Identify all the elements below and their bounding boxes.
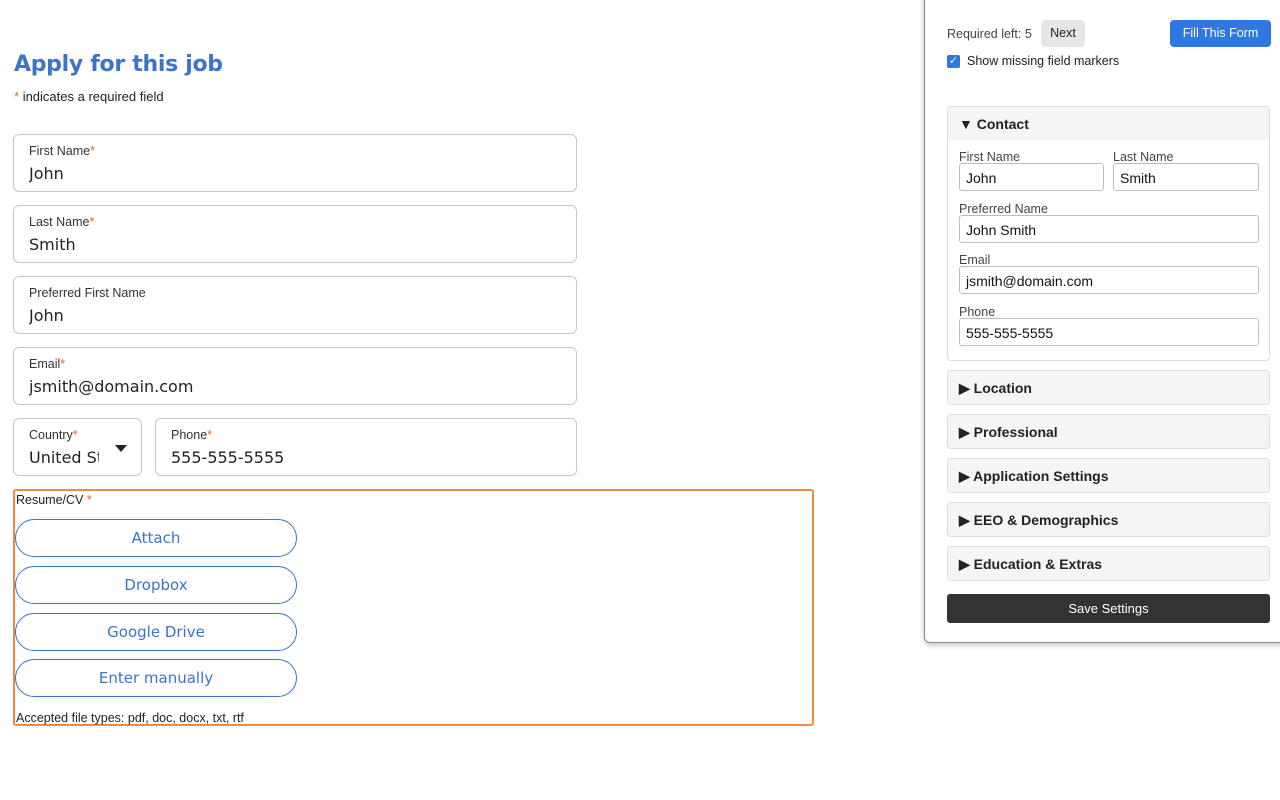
section-eeo-demographics[interactable]: ▶ EEO & Demographics	[947, 502, 1270, 537]
attach-button[interactable]: Attach	[15, 519, 297, 557]
email-value: jsmith@domain.com	[29, 377, 194, 396]
contact-phone-label: Phone	[959, 305, 996, 319]
last-name-field[interactable]: Last Name* Smith	[13, 205, 577, 263]
required-star: *	[14, 89, 20, 104]
section-location-title: ▶ Location	[959, 380, 1032, 396]
last-name-label: Last Name*	[29, 215, 95, 229]
resume-label: Resume/CV *	[16, 493, 92, 507]
preferred-first-name-value: John	[29, 306, 64, 325]
contact-preferred-name-label: Preferred Name	[959, 202, 1048, 216]
section-education-extras[interactable]: ▶ Education & Extras	[947, 546, 1270, 581]
first-name-label: First Name*	[29, 144, 95, 158]
section-application-settings-title: ▶ Application Settings	[959, 468, 1109, 484]
preferred-first-name-field[interactable]: Preferred First Name John	[13, 276, 577, 334]
show-markers-label: Show missing field markers	[967, 54, 1120, 68]
email-label: Email*	[29, 357, 66, 371]
required-note: * indicates a required field	[14, 89, 164, 104]
country-label: Country*	[29, 428, 78, 442]
section-contact-title[interactable]: ▼ Contact	[959, 116, 1029, 132]
country-select[interactable]: Country* United St	[13, 418, 142, 476]
contact-first-name-input[interactable]: John	[959, 163, 1104, 191]
save-settings-button[interactable]: Save Settings	[947, 594, 1270, 623]
contact-email-input[interactable]: jsmith@domain.com	[959, 266, 1259, 294]
section-education-title: ▶ Education & Extras	[959, 556, 1103, 572]
phone-label: Phone*	[171, 428, 213, 442]
section-location[interactable]: ▶ Location	[947, 370, 1270, 405]
phone-field[interactable]: Phone* 555-555-5555	[155, 418, 577, 476]
country-value: United St	[29, 448, 99, 467]
last-name-value: Smith	[29, 235, 76, 254]
contact-last-name-input[interactable]: Smith	[1113, 163, 1259, 191]
page-title: Apply for this job	[14, 52, 223, 77]
resume-upload-group: Resume/CV * Attach Dropbox Google Drive …	[13, 489, 814, 726]
preferred-first-name-label: Preferred First Name	[29, 286, 146, 300]
first-name-field[interactable]: First Name* John	[13, 134, 577, 192]
phone-value: 555-555-5555	[171, 448, 285, 467]
required-left-count: Required left: 5	[947, 27, 1032, 41]
section-contact: ▼ Contact First Name John Last Name Smit…	[947, 106, 1270, 361]
next-button[interactable]: Next	[1041, 20, 1085, 47]
email-field[interactable]: Email* jsmith@domain.com	[13, 347, 577, 405]
section-eeo-title: ▶ EEO & Demographics	[959, 512, 1119, 528]
section-application-settings[interactable]: ▶ Application Settings	[947, 458, 1270, 493]
enter-manually-button[interactable]: Enter manually	[15, 659, 297, 697]
autofill-panel: Required left: 5 Next Fill This Form ✓ S…	[924, 0, 1280, 643]
accepted-file-types: Accepted file types: pdf, doc, docx, txt…	[16, 711, 244, 725]
dropbox-button[interactable]: Dropbox	[15, 566, 297, 604]
contact-last-name-label: Last Name	[1113, 150, 1174, 164]
contact-preferred-name-input[interactable]: John Smith	[959, 215, 1259, 243]
contact-phone-input[interactable]: 555-555-5555	[959, 318, 1259, 346]
dropdown-caret-icon	[115, 445, 127, 452]
contact-first-name-label: First Name	[959, 150, 1021, 164]
show-markers-checkbox[interactable]: ✓	[947, 55, 960, 68]
contact-email-label: Email	[959, 253, 991, 267]
google-drive-button[interactable]: Google Drive	[15, 613, 297, 651]
section-professional[interactable]: ▶ Professional	[947, 414, 1270, 449]
first-name-value: John	[29, 164, 64, 183]
section-professional-title: ▶ Professional	[959, 424, 1058, 440]
fill-form-button[interactable]: Fill This Form	[1170, 20, 1271, 47]
required-note-text: indicates a required field	[22, 89, 164, 104]
